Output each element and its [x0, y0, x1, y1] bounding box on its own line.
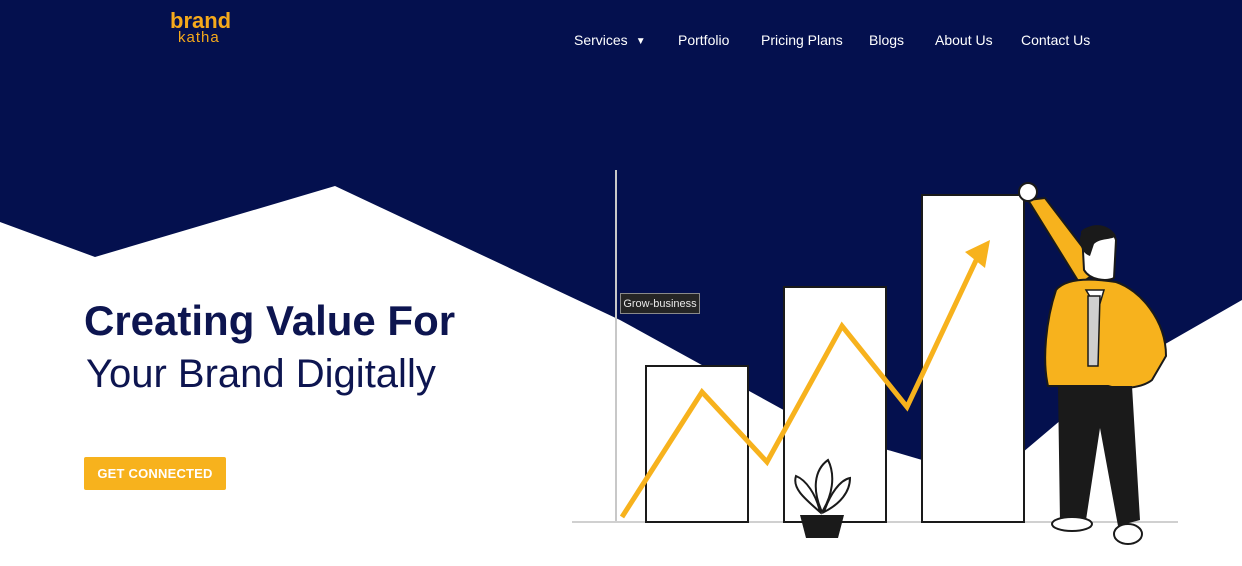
illustration-bar-1	[645, 365, 749, 523]
brand-logo[interactable]: brand katha	[170, 10, 236, 46]
nav-label-services: Services	[574, 32, 628, 48]
nav-item-pricing-plans[interactable]: Pricing Plans	[761, 31, 843, 49]
nav-item-blogs[interactable]: Blogs	[869, 31, 904, 49]
nav-item-about-us[interactable]: About Us	[935, 31, 993, 49]
grow-business-tooltip: Grow-business	[620, 293, 700, 314]
nav-item-contact-us[interactable]: Contact Us	[1021, 31, 1090, 49]
businessman-figure	[1018, 182, 1168, 545]
nav-label-pricing-plans: Pricing Plans	[761, 32, 843, 48]
logo-katha-text: katha	[178, 29, 220, 46]
illustration-bar-3	[921, 194, 1025, 523]
nav-label-portfolio: Portfolio	[678, 32, 730, 48]
grow-business-illustration	[572, 170, 1178, 545]
get-connected-button[interactable]: GET CONNECTED	[84, 457, 226, 490]
nav-label-about-us: About Us	[935, 32, 993, 48]
hero-title-line2: Your Brand Digitally	[86, 352, 436, 396]
nav-item-portfolio[interactable]: Portfolio	[678, 31, 729, 49]
hero-title-line1: Creating Value For	[84, 297, 456, 344]
chevron-down-icon: ▼	[635, 36, 646, 47]
nav-label-contact-us: Contact Us	[1021, 32, 1091, 48]
nav-item-services[interactable]: Services ▼	[574, 31, 646, 51]
nav-label-blogs: Blogs	[869, 32, 905, 48]
